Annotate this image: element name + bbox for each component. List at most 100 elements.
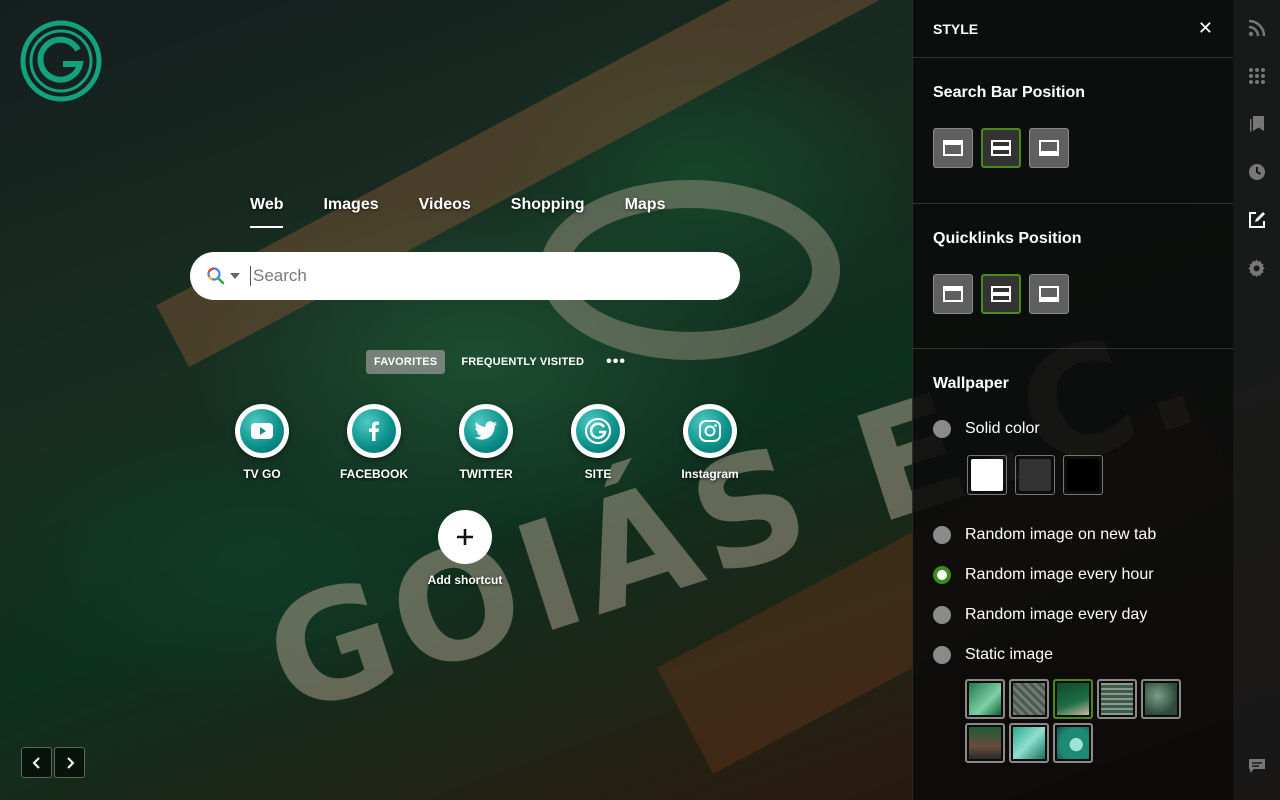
quicklinks-list: TV GO FACEBOOK TWITTER SITE Instagram (206, 404, 766, 481)
feedback-icon[interactable] (1247, 756, 1267, 776)
position-middle-button[interactable] (981, 128, 1021, 168)
chevron-down-icon (230, 273, 240, 279)
tab-frequently-visited[interactable]: FREQUENTLY VISITED (453, 350, 592, 374)
bookmark-icon[interactable] (1247, 114, 1267, 134)
close-icon[interactable]: ✕ (1198, 18, 1213, 39)
tab-shopping[interactable]: Shopping (511, 196, 585, 228)
layout-top-icon (943, 140, 963, 156)
wallpaper-option-random-day[interactable]: Random image every day (933, 595, 1213, 635)
position-top-button[interactable] (933, 274, 973, 314)
option-label: Solid color (965, 420, 1040, 437)
wallpaper-option-solid-color[interactable]: Solid color (933, 409, 1213, 449)
radio-button[interactable] (933, 420, 951, 438)
wallpaper-thumbnail-selected[interactable] (1053, 679, 1093, 719)
layout-middle-icon (991, 140, 1011, 156)
search-bar (190, 252, 740, 300)
rss-icon[interactable] (1247, 18, 1267, 38)
search-engine-icon (207, 267, 225, 285)
right-sidebar (1233, 0, 1280, 800)
position-options (933, 248, 1213, 348)
tab-maps[interactable]: Maps (625, 196, 666, 228)
layout-bottom-icon (1039, 140, 1059, 156)
next-wallpaper-button[interactable] (54, 747, 85, 778)
option-label: Static image (965, 646, 1054, 663)
section-title: Wallpaper (933, 375, 1009, 392)
tab-web[interactable]: Web (250, 196, 284, 228)
goias-logo[interactable] (20, 20, 102, 102)
wallpaper-section: Wallpaper Solid color Random image on ne… (913, 349, 1233, 763)
wallpaper-thumbnail[interactable] (1009, 679, 1049, 719)
wallpaper-thumbnail[interactable] (965, 679, 1005, 719)
history-clock-icon[interactable] (1247, 162, 1267, 182)
panel-header: STYLE ✕ (913, 0, 1233, 58)
settings-gear-icon[interactable] (1247, 258, 1267, 278)
shortcut-instagram[interactable]: Instagram (654, 404, 766, 481)
radio-button[interactable] (933, 606, 951, 624)
radio-button[interactable] (933, 526, 951, 544)
swatch-white[interactable] (967, 455, 1007, 495)
static-image-thumbnails (933, 675, 1213, 763)
shortcut-twitter[interactable]: TWITTER (430, 404, 542, 481)
option-label: Random image every hour (965, 566, 1154, 583)
shortcut-tv-go[interactable]: TV GO (206, 404, 318, 481)
section-title: Quicklinks Position (933, 230, 1082, 247)
layout-bottom-icon (1039, 286, 1059, 302)
wallpaper-option-random-new-tab[interactable]: Random image on new tab (933, 515, 1213, 555)
shortcut-label: FACEBOOK (339, 467, 408, 481)
wallpaper-navigation (21, 747, 85, 778)
panel-title: STYLE (933, 20, 979, 37)
wallpaper-option-static-image[interactable]: Static image (933, 635, 1213, 675)
layout-top-icon (943, 286, 963, 302)
chevron-right-icon (66, 756, 74, 769)
swatch-dark-gray[interactable] (1015, 455, 1055, 495)
option-label: Random image on new tab (965, 526, 1157, 543)
position-middle-button[interactable] (981, 274, 1021, 314)
youtube-icon (240, 409, 284, 453)
more-options-button[interactable]: ••• (600, 353, 632, 371)
shortcut-icon-frame (235, 404, 289, 458)
previous-wallpaper-button[interactable] (21, 747, 52, 778)
position-top-button[interactable] (933, 128, 973, 168)
chevron-left-icon (32, 756, 40, 769)
plus-icon (438, 510, 492, 564)
wallpaper-option-random-hour[interactable]: Random image every hour (933, 555, 1213, 595)
style-panel: STYLE ✕ Search Bar Position Quicklinks P… (912, 0, 1233, 800)
tab-favorites[interactable]: FAVORITES (366, 350, 446, 374)
solid-color-swatches (933, 449, 1213, 515)
shortcut-icon-frame (347, 404, 401, 458)
shortcut-label: TV GO (243, 467, 281, 481)
apps-grid-icon[interactable] (1247, 66, 1267, 86)
facebook-icon (352, 409, 396, 453)
wallpaper-thumbnail[interactable] (1141, 679, 1181, 719)
add-shortcut-button[interactable]: Add shortcut (410, 510, 520, 587)
add-shortcut-label: Add shortcut (427, 573, 503, 587)
option-label: Random image every day (965, 606, 1148, 623)
radio-button-selected[interactable] (933, 566, 951, 584)
position-options (933, 102, 1213, 202)
wallpaper-thumbnail[interactable] (1097, 679, 1137, 719)
position-bottom-button[interactable] (1029, 274, 1069, 314)
tab-images[interactable]: Images (323, 196, 378, 228)
wallpaper-thumbnail[interactable] (1009, 723, 1049, 763)
shortcut-facebook[interactable]: FACEBOOK (318, 404, 430, 481)
radio-button[interactable] (933, 646, 951, 664)
quicklinks-position-section: Quicklinks Position (913, 204, 1233, 349)
shortcut-icon-frame (459, 404, 513, 458)
search-engine-selector[interactable] (206, 266, 250, 286)
shortcut-site[interactable]: SITE (542, 404, 654, 481)
shortcut-label: Instagram (681, 467, 739, 481)
shortcut-icon-frame (683, 404, 737, 458)
search-input[interactable] (250, 266, 720, 286)
instagram-icon (688, 409, 732, 453)
tab-videos[interactable]: Videos (419, 196, 471, 228)
section-title: Search Bar Position (933, 84, 1086, 101)
wallpaper-thumbnail[interactable] (1053, 723, 1093, 763)
twitter-icon (464, 409, 508, 453)
position-bottom-button[interactable] (1029, 128, 1069, 168)
wallpaper-thumbnail[interactable] (965, 723, 1005, 763)
edit-style-icon[interactable] (1247, 210, 1267, 230)
swatch-black[interactable] (1063, 455, 1103, 495)
goias-logo-icon (20, 20, 102, 102)
quicklinks-tabs: FAVORITES FREQUENTLY VISITED ••• (366, 350, 632, 374)
layout-middle-icon (991, 286, 1011, 302)
